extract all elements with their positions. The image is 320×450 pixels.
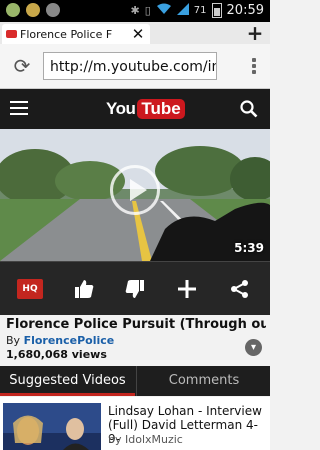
address-bar: ⟳ http://m.youtube.com/in — [0, 44, 270, 89]
plus-icon — [178, 280, 196, 298]
video-player[interactable]: 5:39 — [0, 129, 270, 261]
browser-tab[interactable]: Florence Police F ✕ — [2, 24, 150, 44]
video-byline: By FlorencePolice — [6, 334, 114, 347]
hq-icon: HQ — [17, 279, 43, 299]
hamburger-menu-icon[interactable] — [10, 101, 28, 117]
tab-comments[interactable]: Comments — [136, 366, 271, 396]
signal-icon — [176, 3, 189, 18]
suggested-video-thumbnail[interactable] — [3, 403, 101, 450]
clock: 20:59 — [226, 3, 264, 18]
suggested-video-channel: by IdolxMuzic — [108, 433, 183, 446]
content-tabs: Suggested Videos Comments — [0, 366, 270, 396]
close-tab-icon[interactable]: ✕ — [128, 24, 148, 44]
like-button[interactable] — [70, 276, 98, 302]
share-icon — [231, 280, 248, 298]
bluetooth-icon: ✱ — [130, 4, 140, 17]
play-button[interactable] — [110, 165, 160, 215]
battery-level: 71 — [193, 5, 207, 16]
app-notification-icon — [26, 3, 40, 17]
vibrate-icon: ▯ — [144, 4, 151, 17]
expand-details-icon[interactable]: ▾ — [245, 339, 262, 356]
reload-icon[interactable]: ⟳ — [10, 54, 34, 78]
status-bar: ✱ ▯ 71 20:59 — [0, 0, 270, 22]
add-to-playlist-button[interactable] — [173, 276, 201, 302]
list-item[interactable]: Lindsay Lohan - Interview (Full) David L… — [0, 397, 270, 450]
youtube-logo[interactable]: You Tube — [106, 98, 185, 120]
thumbs-up-icon — [75, 280, 94, 298]
battery-icon — [211, 3, 222, 18]
tab-suggested-videos[interactable]: Suggested Videos — [0, 366, 135, 396]
video-duration: 5:39 — [234, 241, 264, 255]
youtube-favicon-icon — [6, 30, 17, 38]
search-icon[interactable] — [240, 100, 258, 118]
youtube-header: You Tube — [0, 89, 270, 129]
wifi-icon — [156, 3, 172, 18]
browser-tab-bar: Florence Police F ✕ + — [0, 22, 270, 44]
by-label: By — [6, 334, 21, 347]
cat-notification-icon — [46, 3, 60, 17]
view-count: 1,680,068 views — [6, 348, 107, 361]
share-button[interactable] — [226, 276, 254, 302]
video-title: Florence Police Pursuit (Through our Eye… — [6, 317, 266, 332]
dislike-button[interactable] — [121, 276, 149, 302]
hq-button[interactable]: HQ — [16, 276, 44, 302]
tab-title: Florence Police F — [20, 27, 113, 41]
notification-icon — [6, 3, 20, 17]
thumbs-down-icon — [125, 280, 144, 298]
video-actions-bar: HQ — [0, 261, 270, 315]
new-tab-icon[interactable]: + — [246, 22, 264, 44]
url-field[interactable]: http://m.youtube.com/in — [43, 52, 217, 80]
channel-link[interactable]: FlorencePolice — [24, 334, 115, 347]
overflow-menu-icon[interactable] — [244, 56, 264, 78]
